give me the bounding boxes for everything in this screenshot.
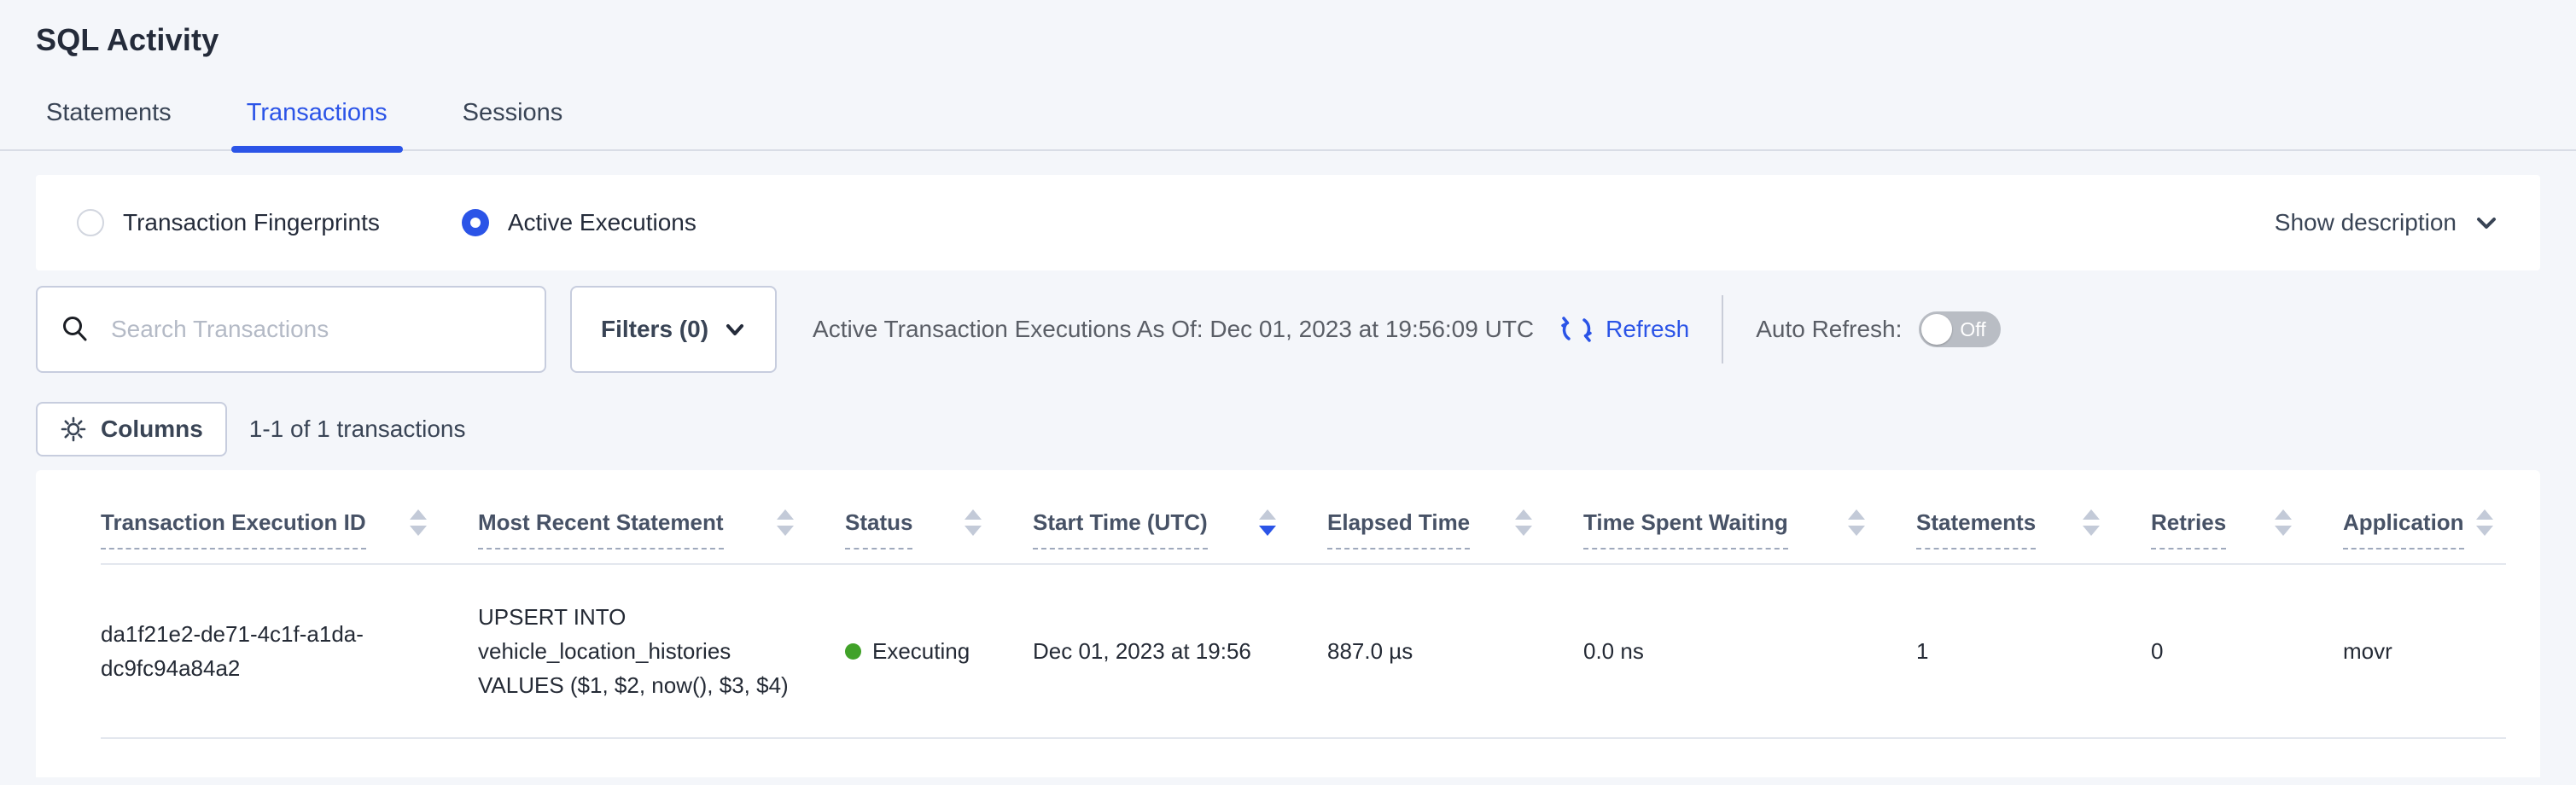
auto-refresh-toggle[interactable]: Off (1919, 311, 2001, 347)
search-box[interactable] (36, 286, 546, 373)
sort-arrows-icon[interactable] (2275, 509, 2292, 550)
cell-transaction-execution-id: da1f21e2-de71-4c1f-a1da-dc9fc94a84a2 (101, 565, 478, 737)
cell-time-spent-waiting: 0.0 ns (1583, 565, 1916, 737)
radio-unselected-icon[interactable] (77, 209, 104, 236)
gear-icon (60, 416, 87, 443)
chevron-down-icon (2474, 210, 2499, 236)
sort-arrows-icon[interactable] (1515, 509, 1532, 550)
radio-selected-icon[interactable] (462, 209, 489, 236)
tab-statements[interactable]: Statements (36, 99, 182, 149)
status-label: Executing (872, 634, 970, 668)
refresh-button[interactable]: Refresh (1559, 312, 1689, 346)
sort-arrows-icon-active-desc[interactable] (1259, 509, 1276, 550)
controls-row: Filters (0) Active Transaction Execution… (36, 286, 2540, 373)
column-header-status[interactable]: Status (845, 470, 1033, 563)
radio-transaction-fingerprints[interactable]: Transaction Fingerprints (77, 209, 380, 236)
cell-application: movr (2343, 565, 2506, 737)
sort-arrows-icon[interactable] (965, 509, 982, 550)
cell-statements: 1 (1916, 565, 2151, 737)
cell-start-time: Dec 01, 2023 at 19:56 (1033, 565, 1327, 737)
table-header-row: Transaction Execution ID Most Recent Sta… (101, 470, 2506, 565)
column-header-most-recent-statement[interactable]: Most Recent Statement (478, 470, 845, 563)
toggle-knob (1921, 314, 1952, 345)
radio-active-executions[interactable]: Active Executions (462, 209, 696, 236)
filters-button[interactable]: Filters (0) (570, 286, 777, 373)
search-input[interactable] (111, 316, 522, 343)
search-icon (60, 314, 90, 345)
refresh-label: Refresh (1606, 316, 1689, 343)
sort-arrows-icon[interactable] (2083, 509, 2100, 550)
sort-arrows-icon[interactable] (410, 509, 427, 550)
page-title: SQL Activity (36, 0, 2540, 58)
column-header-start-time[interactable]: Start Time (UTC) (1033, 470, 1327, 563)
tab-bar: Statements Transactions Sessions (0, 99, 2576, 151)
column-header-statements[interactable]: Statements (1916, 470, 2151, 563)
tab-transactions[interactable]: Transactions (236, 99, 398, 149)
as-of-timestamp: Active Transaction Executions As Of: Dec… (813, 316, 1534, 343)
auto-refresh-control: Auto Refresh: Off (1756, 311, 2001, 347)
vertical-divider (1722, 295, 1723, 363)
auto-refresh-label: Auto Refresh: (1756, 316, 1902, 343)
column-header-time-spent-waiting[interactable]: Time Spent Waiting (1583, 470, 1916, 563)
show-description-toggle[interactable]: Show description (2275, 209, 2499, 236)
column-header-retries[interactable]: Retries (2151, 470, 2343, 563)
table-row[interactable]: da1f21e2-de71-4c1f-a1da-dc9fc94a84a2 UPS… (101, 565, 2506, 739)
sort-arrows-icon[interactable] (2476, 509, 2493, 550)
radio-label: Active Executions (508, 209, 696, 236)
column-header-elapsed-time[interactable]: Elapsed Time (1327, 470, 1583, 563)
toggle-state-label: Off (1960, 318, 1985, 341)
columns-button[interactable]: Columns (36, 402, 227, 456)
cell-status: Executing (845, 565, 1033, 737)
tab-sessions[interactable]: Sessions (452, 99, 574, 149)
radio-label: Transaction Fingerprints (123, 209, 380, 236)
cell-most-recent-statement: UPSERT INTO vehicle_location_histories V… (478, 565, 845, 737)
columns-label: Columns (101, 416, 203, 443)
chevron-down-icon (724, 318, 746, 340)
table-toolbar: Columns 1-1 of 1 transactions (36, 402, 2540, 456)
view-mode-panel: Transaction Fingerprints Active Executio… (36, 175, 2540, 270)
transactions-table: Transaction Execution ID Most Recent Sta… (36, 470, 2540, 777)
sort-arrows-icon[interactable] (1848, 509, 1865, 550)
cell-elapsed-time: 887.0 µs (1327, 565, 1583, 737)
sql-activity-page: SQL Activity Statements Transactions Ses… (0, 0, 2576, 777)
result-count: 1-1 of 1 transactions (249, 416, 466, 443)
sort-arrows-icon[interactable] (777, 509, 794, 550)
filters-label: Filters (0) (601, 316, 708, 343)
column-header-application[interactable]: Application (2343, 470, 2506, 563)
refresh-icon (1559, 312, 1594, 346)
show-description-label: Show description (2275, 209, 2457, 236)
view-mode-radio-group: Transaction Fingerprints Active Executio… (77, 209, 696, 236)
column-header-transaction-execution-id[interactable]: Transaction Execution ID (101, 470, 478, 563)
status-executing-dot-icon (845, 643, 861, 660)
cell-retries: 0 (2151, 565, 2343, 737)
